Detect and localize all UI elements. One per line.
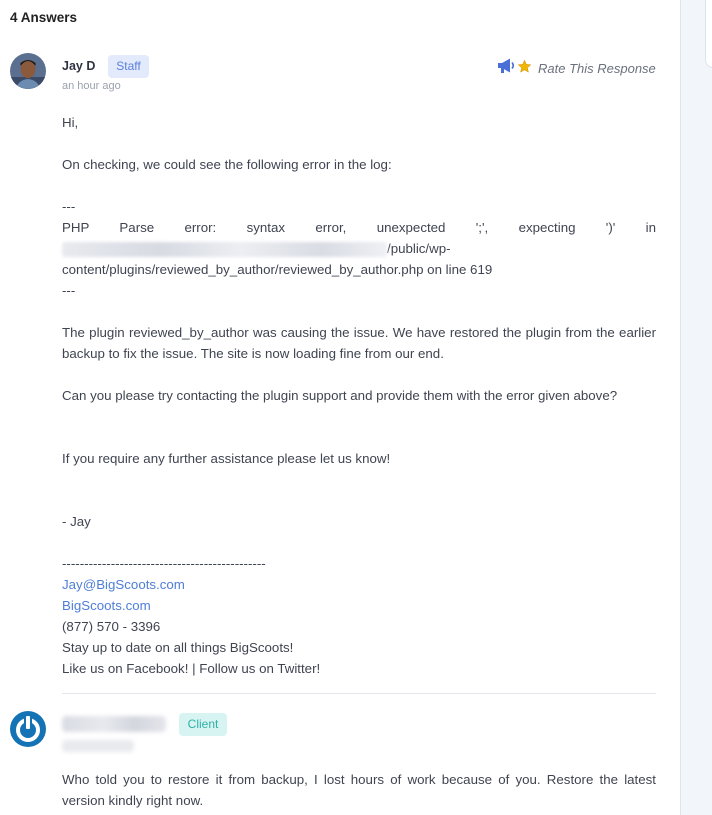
avatar[interactable] — [10, 53, 46, 89]
signoff: - Jay — [62, 514, 91, 529]
redacted-path — [62, 241, 387, 257]
rate-label: Rate This Response — [538, 61, 656, 76]
social-links: Like us on Facebook! | Follow us on Twit… — [62, 661, 321, 676]
error-path-line: /public/wp- — [62, 238, 656, 259]
separator-open: --- — [62, 199, 76, 214]
staff-badge: Staff — [108, 55, 149, 78]
client-badge: Client — [179, 713, 227, 736]
redacted-client-time — [62, 740, 134, 752]
tagline: Stay up to date on all things BigScoots! — [62, 640, 294, 655]
answer-divider — [62, 693, 656, 694]
paragraph-2: The plugin reviewed_by_author was causin… — [62, 325, 656, 361]
phone-number: (877) 570 - 3396 — [62, 619, 161, 634]
email-link[interactable]: Jay@BigScoots.com — [62, 574, 656, 595]
paragraph-3: Can you please try contacting the plugin… — [62, 388, 618, 403]
error-path-tail: /public/wp- — [387, 241, 451, 256]
signature-line: ----------------------------------------… — [62, 556, 266, 571]
website-link[interactable]: BigScoots.com — [62, 595, 656, 616]
paragraph-1: On checking, we could see the following … — [62, 157, 392, 172]
answers-heading: 4 Answers — [10, 10, 78, 25]
right-sidebar — [680, 0, 712, 815]
separator-close: --- — [62, 283, 76, 298]
sidebar-card — [705, 0, 712, 68]
answers-panel: 4 Answers Jay D Staff an hour ago Rate T… — [0, 0, 680, 815]
megaphone-icon — [497, 57, 517, 80]
paragraph-4: If you require any further assistance pl… — [62, 451, 391, 466]
error-line: PHP Parse error: syntax error, unexpecte… — [62, 220, 656, 235]
rate-response-button[interactable]: Rate This Response — [497, 57, 656, 80]
redacted-client-name — [62, 716, 166, 732]
error-path-rest: content/plugins/reviewed_by_author/revie… — [62, 262, 493, 277]
client-message: Who told you to restore it from backup, … — [62, 772, 656, 808]
post-time: an hour ago — [62, 80, 121, 92]
author-name[interactable]: Jay D — [62, 59, 95, 73]
greeting: Hi, — [62, 115, 79, 130]
power-icon[interactable] — [10, 711, 46, 747]
star-icon — [517, 59, 532, 79]
